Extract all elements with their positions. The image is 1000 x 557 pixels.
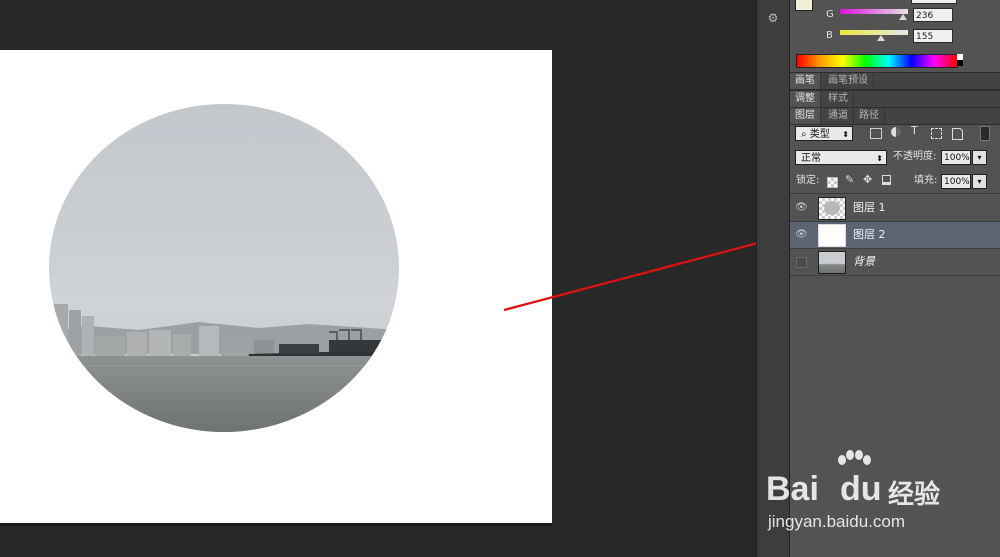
canvas-shadow (0, 523, 552, 526)
circular-photo-layer[interactable] (49, 104, 399, 432)
visibility-eye-icon[interactable]: 👁 (795, 202, 808, 214)
harbor-photo (49, 104, 399, 432)
lock-all-icon[interactable] (882, 175, 891, 185)
fill-dropdown-button[interactable]: ▾ (972, 174, 987, 189)
spectrum-black-swatch[interactable] (957, 60, 963, 66)
watermark-brand-bai: Bai (766, 470, 819, 508)
r-value-field[interactable] (911, 0, 957, 4)
g-channel-slider[interactable] (840, 9, 908, 14)
watermark-brand-jingyan: 经验 (888, 480, 941, 510)
visibility-eye-icon[interactable]: 👁 (795, 229, 808, 241)
layer-name[interactable]: 背景 (853, 249, 875, 275)
brush-tab-bar: 画笔 画笔预设 (790, 72, 1000, 90)
color-spectrum-bar[interactable] (796, 54, 958, 68)
filter-type-layer-icon[interactable]: T (911, 124, 918, 137)
tab-brush[interactable]: 画笔 (790, 73, 821, 89)
layer-thumbnail (818, 251, 846, 274)
layers-divider (790, 193, 1000, 194)
baidu-jingyan-watermark: Bai du 经验 jingyan.baidu.com (766, 450, 1000, 535)
tab-brush-presets[interactable]: 画笔预设 (823, 73, 874, 89)
adjustments-tab-bar: 调整 样式 (790, 90, 1000, 108)
search-icon: ⌕ (801, 129, 810, 140)
circle-thumbnail-shape (824, 201, 840, 215)
layer-thumbnail (818, 224, 846, 247)
layer-row-layer-2[interactable]: 👁 图层 2 (790, 222, 1000, 249)
layer-row-layer-1[interactable]: 👁 图层 1 (790, 195, 1000, 222)
opacity-input[interactable]: 100% (941, 150, 971, 165)
layer-name[interactable]: 图层 2 (853, 222, 886, 248)
layer-filter-select[interactable]: ⌕ 类型 ⬍ (795, 126, 853, 141)
filter-smart-object-icon[interactable] (952, 128, 963, 140)
properties-panel-icon[interactable]: ⚙ (763, 8, 783, 28)
layer-thumbnail (818, 197, 846, 220)
foreground-color-swatch[interactable] (795, 0, 813, 11)
filter-toggle-switch[interactable] (980, 126, 990, 141)
layer-name[interactable]: 图层 1 (853, 195, 886, 221)
g-slider-handle-icon[interactable] (899, 14, 907, 20)
opacity-dropdown-button[interactable]: ▾ (972, 150, 987, 165)
watermark-url: jingyan.baidu.com (768, 512, 906, 531)
lock-label: 锁定: (796, 175, 820, 186)
filter-shape-layer-icon[interactable] (931, 128, 942, 139)
b-value-field[interactable]: 155 (913, 29, 953, 43)
layer-row-background[interactable]: 背景 (790, 249, 1000, 276)
visibility-toggle-off[interactable] (796, 257, 807, 268)
watermark-brand-du: du (840, 470, 882, 508)
layer-filter-value: 类型 (809, 129, 830, 140)
g-channel-label: G (826, 9, 834, 20)
tab-layers[interactable]: 图层 (790, 108, 821, 124)
blend-mode-select[interactable]: 正常 ⬍ (795, 150, 887, 165)
lock-transparent-pixels-icon[interactable] (827, 177, 838, 188)
filter-adjustment-layer-icon[interactable] (891, 127, 901, 137)
blend-mode-value: 正常 (801, 153, 821, 164)
tab-paths[interactable]: 路径 (854, 108, 885, 124)
fill-label: 填充: (914, 175, 938, 186)
layers-tab-bar: 图层 通道 路径 (790, 107, 1000, 125)
g-value-field[interactable]: 236 (913, 8, 953, 22)
b-slider-handle-icon[interactable] (877, 35, 885, 41)
lock-image-pixels-icon[interactable]: ✎ (845, 173, 854, 186)
fill-input[interactable]: 100% (941, 174, 971, 189)
lock-position-icon[interactable]: ✥ (863, 173, 872, 186)
b-channel-label: B (826, 30, 833, 41)
select-arrow-icon: ⬍ (876, 154, 883, 163)
opacity-label: 不透明度: (893, 151, 937, 162)
b-channel-slider[interactable] (840, 30, 908, 35)
tab-adjustments[interactable]: 调整 (790, 91, 821, 107)
tab-channels[interactable]: 通道 (823, 108, 854, 124)
filter-pixel-layer-icon[interactable] (870, 128, 882, 139)
tab-styles[interactable]: 样式 (823, 91, 854, 107)
select-arrow-icon: ⬍ (842, 130, 849, 139)
